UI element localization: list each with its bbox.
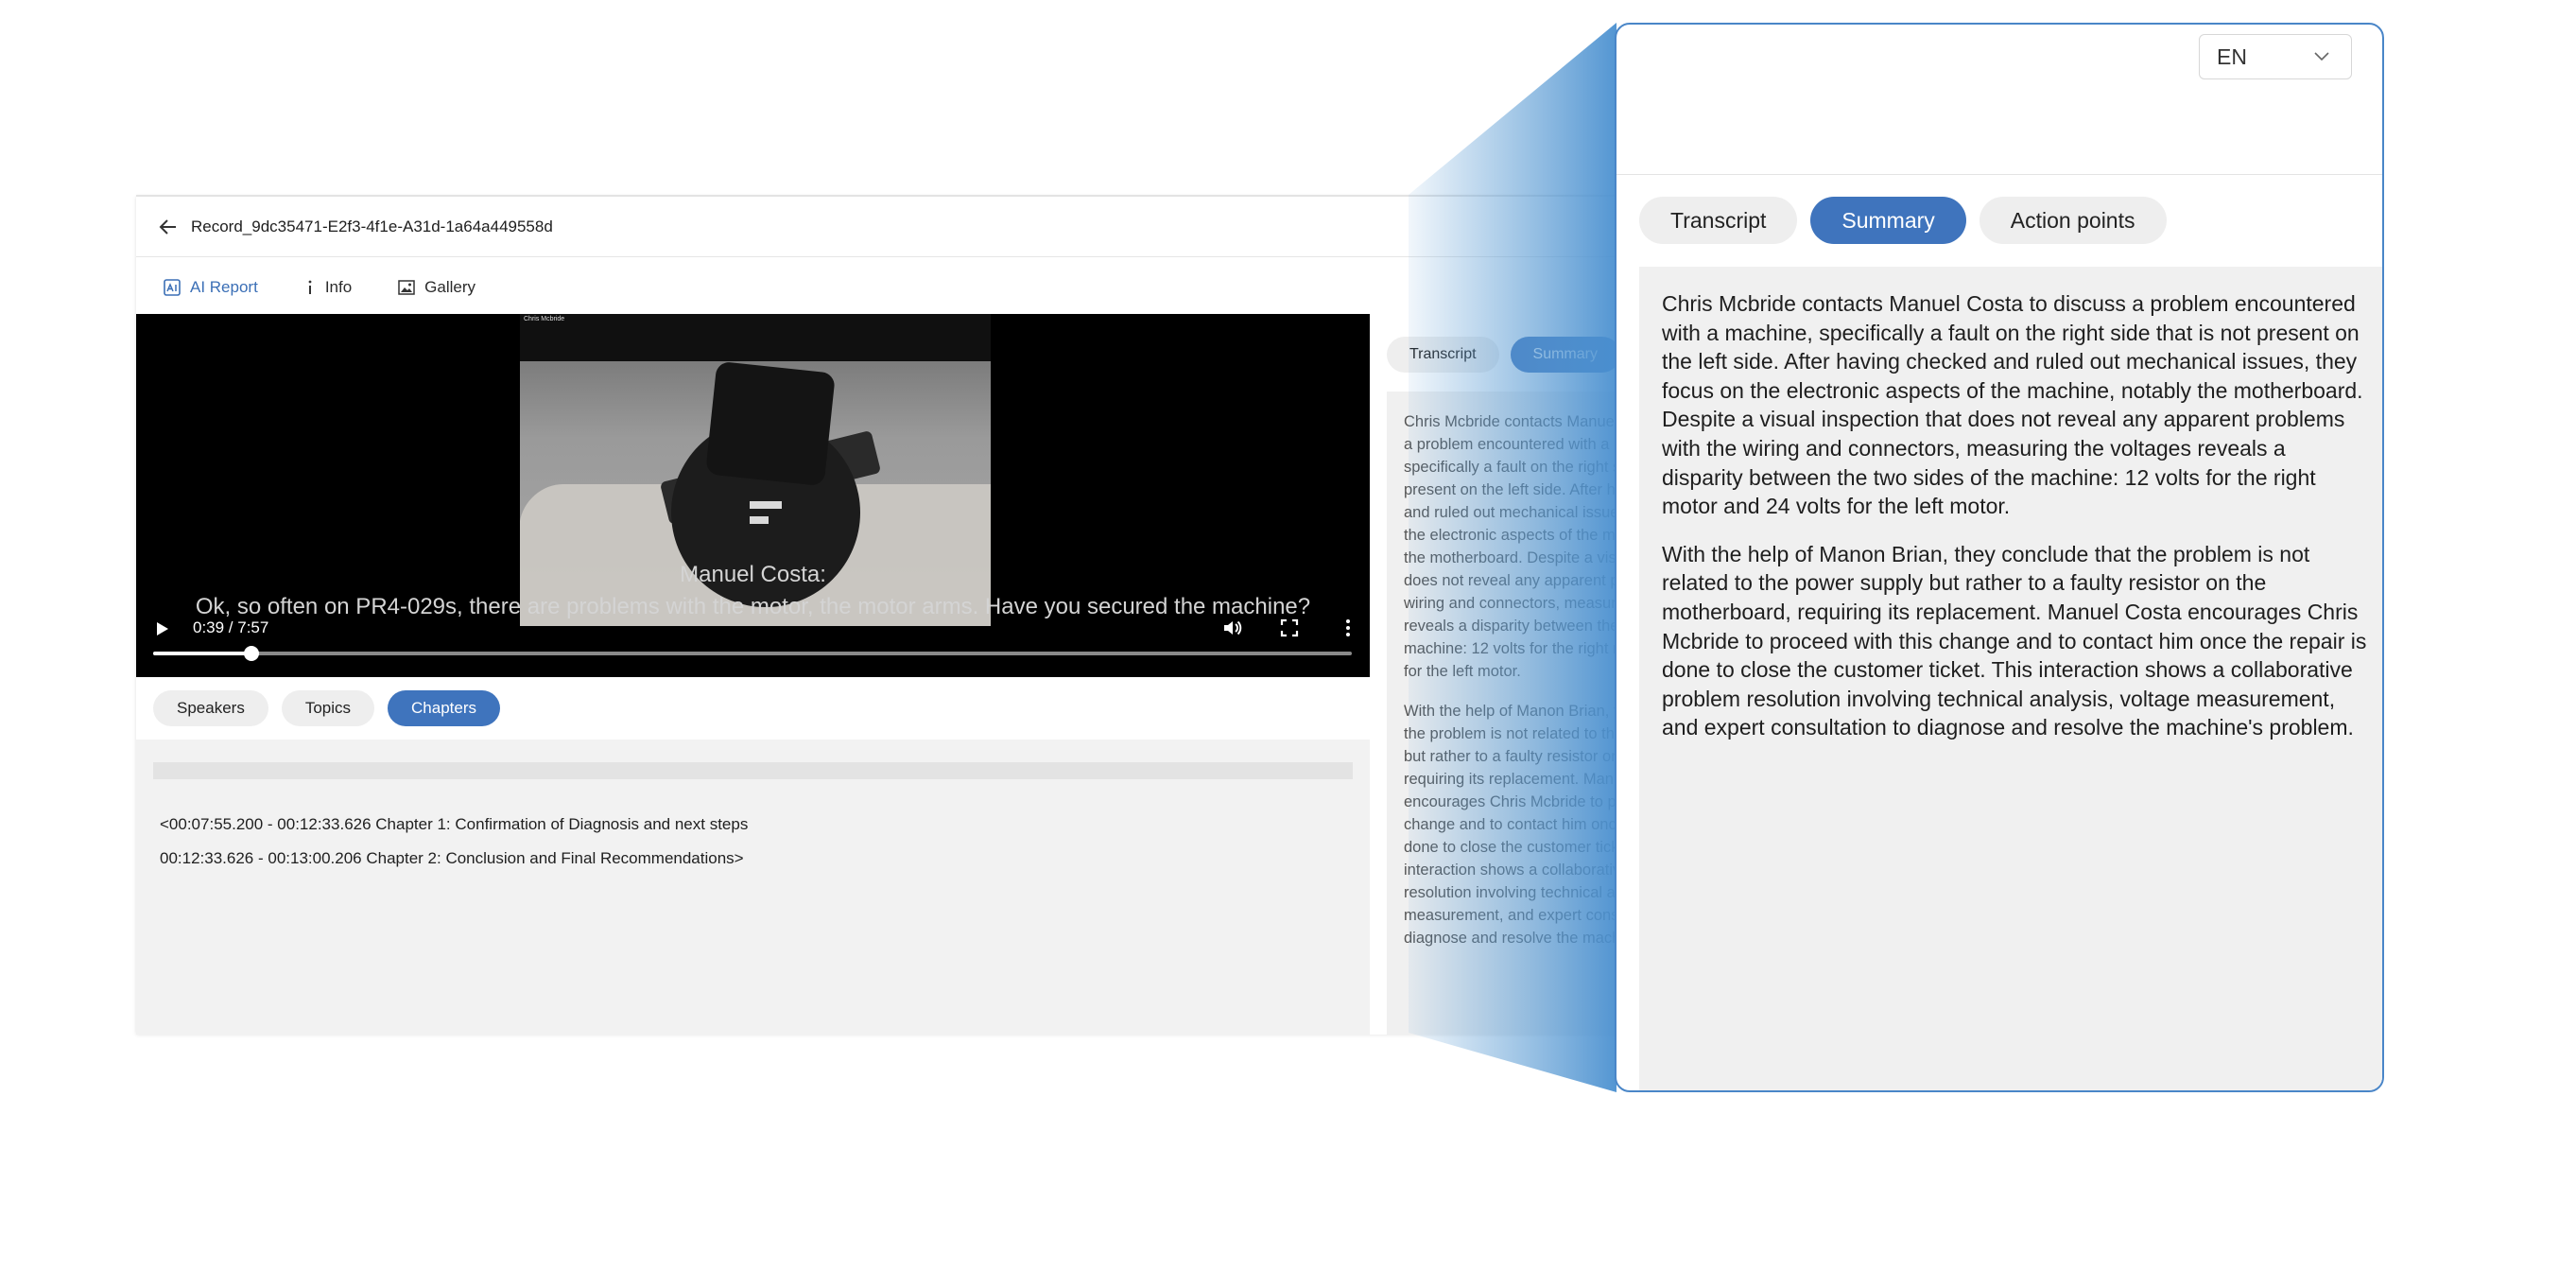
panel-divider	[1616, 174, 2382, 175]
tab-gallery[interactable]: Gallery	[397, 278, 475, 297]
language-value: EN	[2217, 44, 2247, 69]
camera-label: Chris Mcbride	[524, 316, 565, 322]
record-window: Record_9dc35471-E2f3-4f1e-A31d-1a64a4495…	[136, 195, 1762, 1035]
chapters-timeline	[153, 762, 1353, 779]
tab-transcript-small[interactable]: Transcript	[1387, 337, 1499, 373]
chevron-down-icon	[2314, 52, 2329, 61]
tab-speakers[interactable]: Speakers	[153, 690, 268, 726]
language-select[interactable]: EN	[2199, 34, 2352, 79]
chapters-panel: <00:07:55.200 - 00:12:33.626 Chapter 1: …	[136, 740, 1370, 1035]
tab-transcript[interactable]: Transcript	[1639, 197, 1798, 244]
summary-paragraph-1: Chris Mcbride contacts Manuel Costa to d…	[1662, 291, 2363, 519]
more-options-icon[interactable]	[1337, 617, 1359, 639]
record-title: Record_9dc35471-E2f3-4f1e-A31d-1a64a4495…	[191, 217, 553, 235]
volume-icon[interactable]	[1221, 617, 1244, 639]
info-icon	[303, 278, 317, 297]
tab-action-points[interactable]: Action points	[1979, 197, 2167, 244]
tab-summary-small[interactable]: Summary	[1510, 337, 1620, 373]
record-nav-tabs: AI Report Info Gallery	[136, 257, 521, 318]
video-controls: 0:39 / 7:57	[136, 598, 1370, 677]
tab-chapters[interactable]: Chapters	[388, 690, 500, 726]
video-progress-bar[interactable]	[153, 646, 1352, 661]
chapter-item: 00:12:33.626 - 00:13:00.206 Chapter 2: C…	[160, 849, 744, 867]
summary-body: Chris Mcbride contacts Manuel Costa to d…	[1639, 267, 2382, 1090]
tab-topics[interactable]: Topics	[281, 690, 375, 726]
tab-info[interactable]: Info	[303, 278, 352, 297]
summary-tabs: Transcript Summary Action points	[1639, 197, 2180, 244]
play-icon[interactable]	[151, 618, 172, 639]
arrow-left-icon	[159, 218, 176, 235]
video-time: 0:39 / 7:57	[193, 618, 269, 636]
tab-ai-report-label: AI Report	[190, 278, 258, 296]
gallery-icon	[397, 279, 416, 296]
tab-info-label: Info	[324, 278, 353, 296]
summary-paragraph-2: With the help of Manon Brian, they concl…	[1662, 541, 2367, 740]
record-header: Record_9dc35471-E2f3-4f1e-A31d-1a64a4495…	[136, 197, 1762, 257]
back-button[interactable]	[149, 208, 187, 246]
analysis-tabs: Speakers Topics Chapters	[153, 690, 513, 726]
ai-report-icon	[163, 278, 182, 297]
tab-ai-report[interactable]: AI Report	[163, 278, 258, 297]
video-progress-fill	[153, 652, 251, 655]
tab-summary[interactable]: Summary	[1810, 197, 1966, 244]
summary-column-tabs: Transcript Summary	[1387, 337, 1632, 373]
caption-speaker: Manuel Costa:	[680, 562, 826, 587]
video-player[interactable]: Chris Mcbride Manuel Costa: Ok, so often…	[136, 314, 1370, 677]
zoomed-summary-panel: EN Transcript Summary Action points Chri…	[1615, 23, 2384, 1092]
summary-text: Chris Mcbride contacts Manuel Costa to d…	[1662, 289, 2369, 761]
video-progress-handle[interactable]	[243, 646, 259, 661]
fullscreen-icon[interactable]	[1278, 617, 1301, 639]
chapter-item: <00:07:55.200 - 00:12:33.626 Chapter 1: …	[160, 815, 749, 833]
tab-gallery-label: Gallery	[424, 278, 476, 296]
